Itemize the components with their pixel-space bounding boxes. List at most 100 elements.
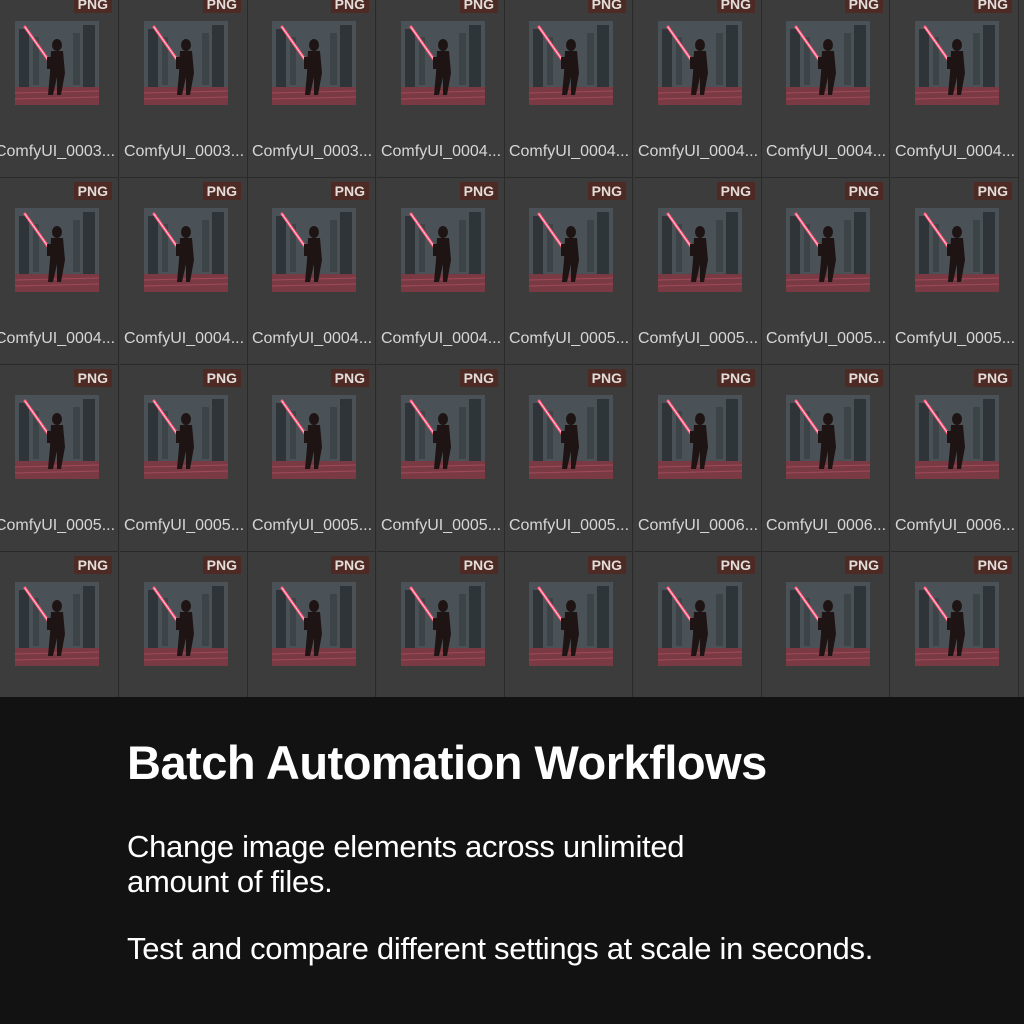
file-name: ComfyUI_0003... (251, 143, 373, 160)
file-type-badge: PNG (73, 556, 112, 574)
description-text: Test and compare different settings at s… (127, 931, 874, 966)
file-name: ComfyUI_0005... (0, 517, 116, 534)
file-tile[interactable]: PNG (120, 552, 248, 697)
image-thumbnail (529, 21, 613, 105)
file-name: ComfyUI_0006... (765, 517, 887, 534)
file-name: ComfyUI_0004... (508, 143, 630, 160)
file-type-badge: PNG (716, 182, 755, 200)
image-thumbnail (658, 208, 742, 292)
file-name: ComfyUI_0004... (123, 330, 245, 347)
image-thumbnail (786, 582, 870, 666)
file-name: ComfyUI_0005... (251, 517, 373, 534)
image-thumbnail (401, 395, 485, 479)
file-type-badge: PNG (844, 0, 883, 13)
file-tile[interactable]: PNG ComfyUI_0006... (634, 365, 762, 552)
file-tile[interactable]: PNG ComfyUI_0005... (0, 365, 119, 552)
image-thumbnail (272, 21, 356, 105)
file-tile[interactable]: PNG ComfyUI_0004... (377, 0, 505, 178)
file-tile[interactable]: PNG (762, 552, 890, 697)
file-name: ComfyUI_0004... (765, 143, 887, 160)
image-thumbnail (915, 582, 999, 666)
file-type-badge: PNG (973, 0, 1012, 13)
headline: Batch Automation Workflows (127, 736, 767, 789)
file-tile[interactable]: PNG ComfyUI_0004... (120, 178, 248, 365)
file-tile[interactable]: PNG ComfyUI_0004... (891, 0, 1019, 178)
file-tile[interactable]: PNG ComfyUI_0005... (377, 365, 505, 552)
file-type-badge: PNG (73, 182, 112, 200)
image-thumbnail (529, 395, 613, 479)
file-tile[interactable]: PNG (248, 552, 376, 697)
file-type-badge: PNG (844, 182, 883, 200)
file-tile[interactable]: PNG ComfyUI_0004... (505, 0, 633, 178)
caption-panel: Batch Automation Workflows Change image … (0, 697, 1024, 1024)
file-name: ComfyUI_0005... (637, 330, 759, 347)
file-tile[interactable]: PNG (377, 552, 505, 697)
file-type-badge: PNG (202, 182, 241, 200)
file-name: ComfyUI_0005... (508, 517, 630, 534)
file-type-badge: PNG (459, 556, 498, 574)
file-tile[interactable]: PNG ComfyUI_0003... (120, 0, 248, 178)
file-tile[interactable]: PNG ComfyUI_0005... (891, 178, 1019, 365)
file-tile[interactable]: PNG ComfyUI_0005... (634, 178, 762, 365)
file-tile[interactable]: PNG ComfyUI_0004... (377, 178, 505, 365)
image-thumbnail (15, 582, 99, 666)
image-thumbnail (15, 208, 99, 292)
image-thumbnail (15, 395, 99, 479)
file-tile[interactable]: PNG ComfyUI_0005... (120, 365, 248, 552)
file-type-badge: PNG (587, 556, 626, 574)
file-name: ComfyUI_0006... (894, 517, 1016, 534)
file-name: ComfyUI_0005... (380, 517, 502, 534)
file-tile[interactable]: PNG ComfyUI_0003... (0, 0, 119, 178)
image-thumbnail (144, 395, 228, 479)
file-tile[interactable]: PNG ComfyUI_0005... (248, 365, 376, 552)
image-thumbnail (915, 21, 999, 105)
image-thumbnail (915, 395, 999, 479)
file-type-badge: PNG (202, 556, 241, 574)
file-type-badge: PNG (716, 369, 755, 387)
file-tile[interactable]: PNG (505, 552, 633, 697)
image-thumbnail (401, 21, 485, 105)
image-thumbnail (401, 582, 485, 666)
file-name: ComfyUI_0004... (380, 330, 502, 347)
file-type-badge: PNG (587, 182, 626, 200)
file-tile[interactable]: PNG ComfyUI_0003... (248, 0, 376, 178)
file-type-badge: PNG (330, 369, 369, 387)
file-tile[interactable]: PNG ComfyUI_0004... (762, 0, 890, 178)
file-name: ComfyUI_0004... (251, 330, 373, 347)
image-thumbnail (272, 395, 356, 479)
image-thumbnail (658, 395, 742, 479)
file-name: ComfyUI_0003... (0, 143, 116, 160)
image-thumbnail (786, 21, 870, 105)
file-type-badge: PNG (459, 182, 498, 200)
file-name: ComfyUI_0005... (894, 330, 1016, 347)
file-tile[interactable]: PNG ComfyUI_0004... (634, 0, 762, 178)
file-type-badge: PNG (330, 182, 369, 200)
file-tile[interactable]: PNG ComfyUI_0005... (762, 178, 890, 365)
file-type-badge: PNG (459, 369, 498, 387)
file-tile[interactable]: PNG ComfyUI_0005... (505, 178, 633, 365)
description-text: Change image elements across unlimited a… (127, 829, 685, 899)
file-tile[interactable]: PNG (891, 552, 1019, 697)
image-thumbnail (529, 208, 613, 292)
file-name: ComfyUI_0006... (637, 517, 759, 534)
image-thumbnail (529, 582, 613, 666)
file-tile[interactable]: PNG (0, 552, 119, 697)
image-thumbnail (786, 208, 870, 292)
file-tile[interactable]: PNG ComfyUI_0006... (762, 365, 890, 552)
image-thumbnail (401, 208, 485, 292)
file-name: ComfyUI_0005... (123, 517, 245, 534)
file-tile[interactable]: PNG (634, 552, 762, 697)
file-tile[interactable]: PNG ComfyUI_0005... (505, 365, 633, 552)
image-thumbnail (272, 208, 356, 292)
file-tile[interactable]: PNG ComfyUI_0004... (0, 178, 119, 365)
file-type-badge: PNG (973, 369, 1012, 387)
file-tile[interactable]: PNG ComfyUI_0004... (248, 178, 376, 365)
file-type-badge: PNG (587, 369, 626, 387)
file-name: ComfyUI_0005... (508, 330, 630, 347)
file-type-badge: PNG (973, 556, 1012, 574)
file-name: ComfyUI_0004... (0, 330, 116, 347)
file-tile[interactable]: PNG ComfyUI_0006... (891, 365, 1019, 552)
file-type-badge: PNG (330, 0, 369, 13)
file-type-badge: PNG (459, 0, 498, 13)
image-thumbnail (144, 208, 228, 292)
